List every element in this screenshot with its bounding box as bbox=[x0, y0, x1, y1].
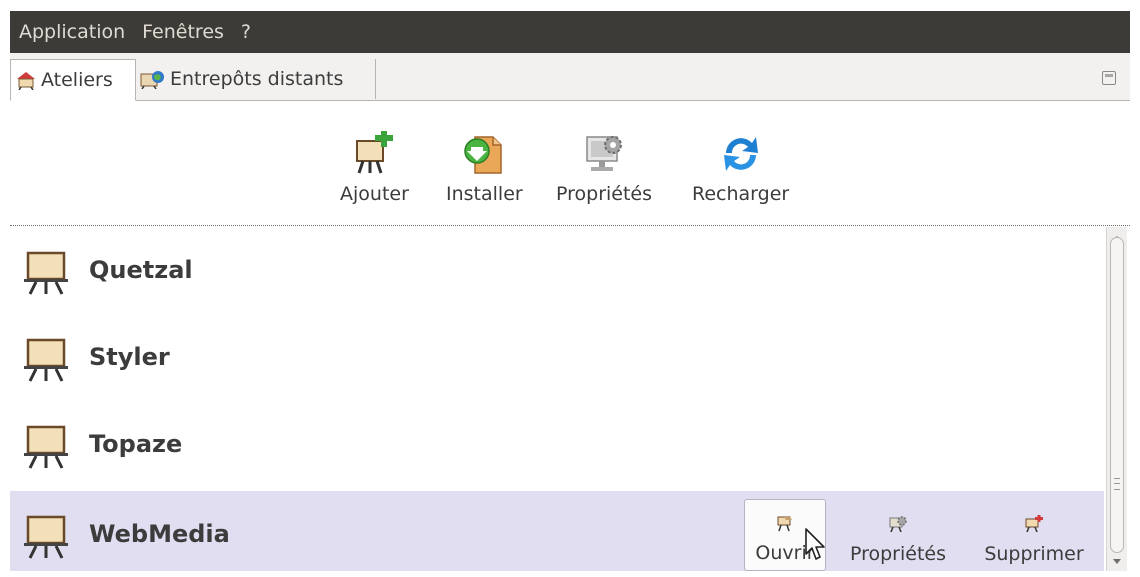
row-properties-button[interactable]: Propriétés bbox=[838, 499, 958, 571]
add-button-label: Ajouter bbox=[340, 183, 409, 205]
menu-bar: Application Fenêtres ? bbox=[10, 11, 1130, 53]
easel-icon bbox=[24, 515, 68, 559]
row-properties-icon bbox=[889, 516, 907, 533]
menu-application[interactable]: Application bbox=[10, 11, 133, 53]
remote-repo-tab-icon bbox=[140, 71, 164, 89]
vertical-scrollbar[interactable] bbox=[1106, 227, 1127, 571]
menu-help[interactable]: ? bbox=[232, 11, 259, 53]
maximize-panel-button[interactable] bbox=[1102, 71, 1116, 85]
tab-remote-repositories[interactable]: Entrepôts distants bbox=[136, 59, 376, 99]
toolbar: Ajouter Installer Propriétés Recharger bbox=[10, 101, 1130, 226]
workshop-name: Quetzal bbox=[89, 256, 193, 284]
delete-workshop-icon bbox=[1025, 515, 1043, 533]
scrollbar-grip bbox=[1114, 478, 1120, 490]
delete-button-label: Supprimer bbox=[984, 543, 1084, 565]
scrollbar-thumb[interactable] bbox=[1110, 237, 1124, 553]
properties-button[interactable]: Propriétés bbox=[556, 131, 652, 205]
menu-windows[interactable]: Fenêtres bbox=[133, 11, 232, 53]
list-item[interactable]: Quetzal bbox=[10, 227, 1104, 314]
list-item[interactable]: Topaze bbox=[10, 401, 1104, 488]
install-button-label: Installer bbox=[446, 183, 523, 205]
add-workshop-icon bbox=[356, 131, 394, 174]
reload-button-label: Recharger bbox=[692, 183, 790, 205]
properties-button-label: Propriétés bbox=[556, 183, 653, 205]
workshop-tab-icon bbox=[17, 72, 35, 90]
mouse-pointer-icon bbox=[805, 528, 825, 560]
install-button[interactable]: Installer bbox=[446, 131, 523, 205]
list-item[interactable]: Styler bbox=[10, 314, 1104, 401]
easel-icon bbox=[24, 251, 68, 295]
workshop-name: WebMedia bbox=[89, 520, 230, 548]
list-item[interactable]: WebMedia Ouvrir Propriétés Supprimer bbox=[10, 491, 1104, 571]
properties-icon bbox=[586, 136, 623, 171]
tab-bar: Ateliers Entrepôts distants bbox=[10, 53, 1130, 101]
scroll-down-arrow-icon[interactable] bbox=[1111, 555, 1123, 567]
row-properties-button-label: Propriétés bbox=[849, 543, 947, 565]
tab-remote-repositories-label: Entrepôts distants bbox=[170, 68, 344, 90]
easel-icon bbox=[24, 338, 68, 382]
workshop-name: Styler bbox=[89, 343, 170, 371]
open-workshop-icon bbox=[777, 516, 792, 532]
install-icon bbox=[464, 136, 503, 174]
easel-icon bbox=[24, 425, 68, 469]
add-button[interactable]: Ajouter bbox=[340, 131, 409, 205]
tab-workshops[interactable]: Ateliers bbox=[10, 59, 136, 101]
tab-workshops-label: Ateliers bbox=[41, 69, 113, 91]
reload-button[interactable]: Recharger bbox=[692, 131, 789, 205]
delete-button[interactable]: Supprimer bbox=[972, 499, 1096, 571]
workshop-list: Quetzal Styler Topaze WebMedia Ouvrir Pr… bbox=[10, 227, 1104, 571]
reload-icon bbox=[723, 137, 758, 171]
app-window: Application Fenêtres ? Ateliers Entrepôt… bbox=[10, 11, 1130, 571]
workshop-name: Topaze bbox=[89, 430, 183, 458]
